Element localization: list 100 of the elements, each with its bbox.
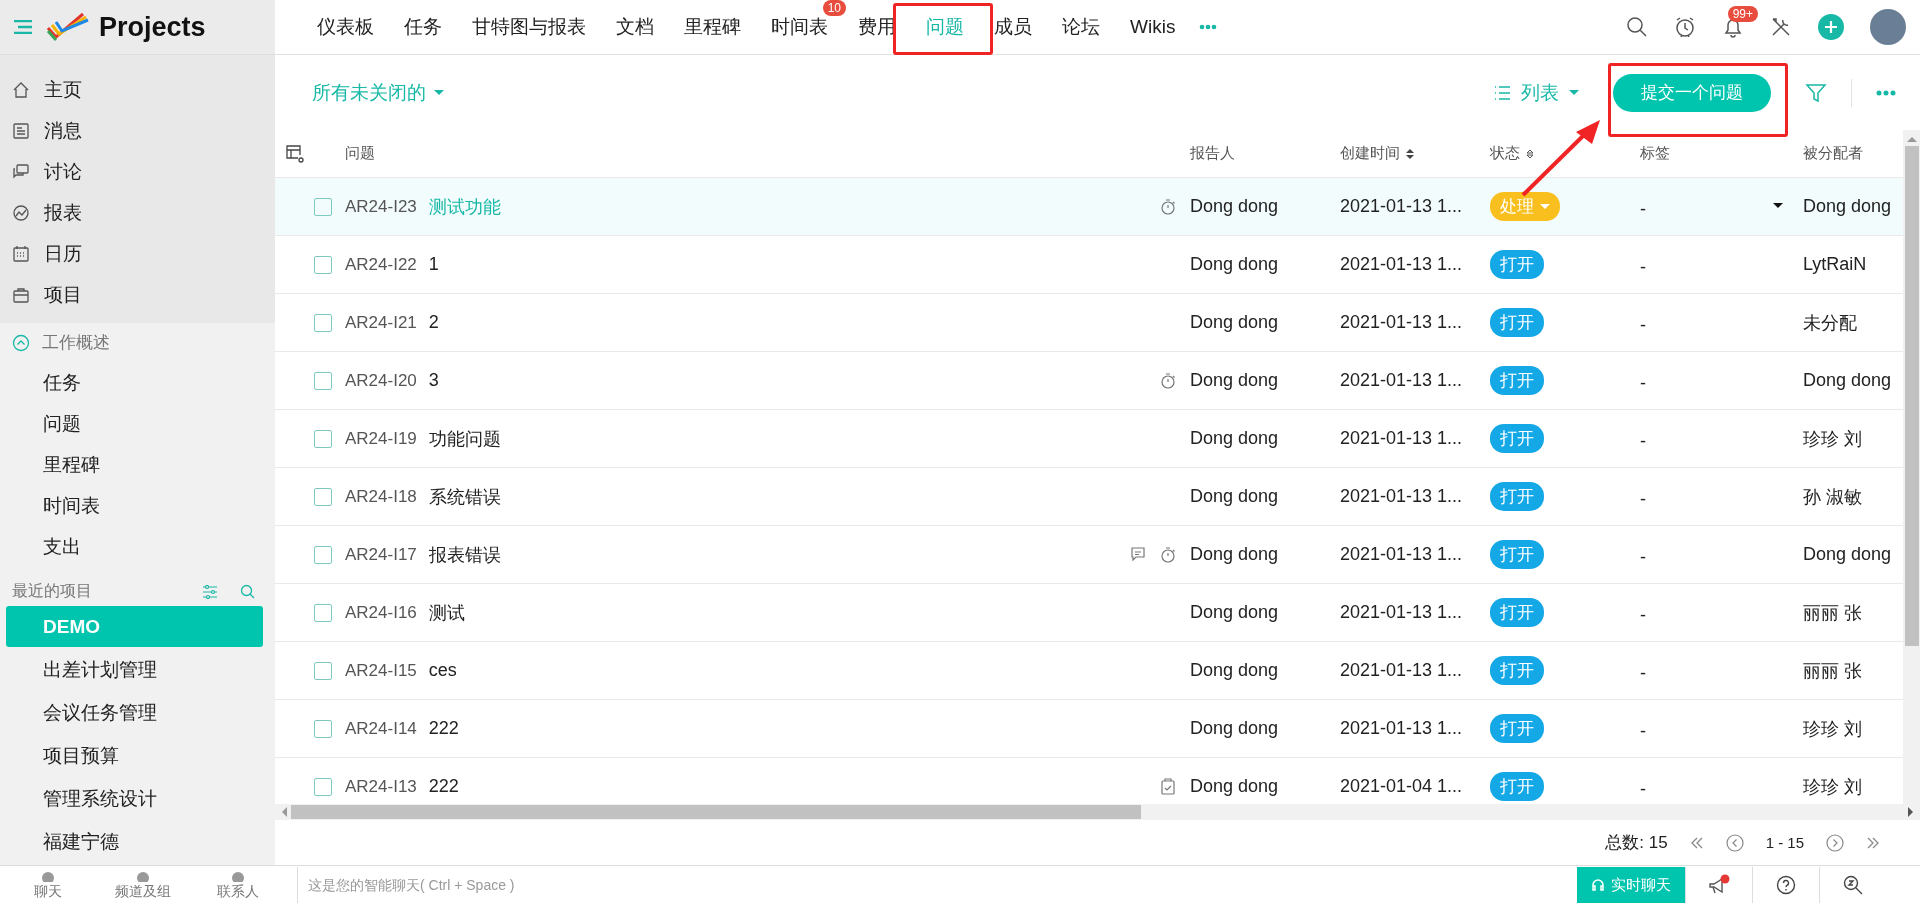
table-row[interactable]: AR24-I23 测试功能 Dong dong 2021-01-13 1... 处理 - Dong dong bbox=[275, 178, 1903, 236]
chat-tab[interactable]: 聊天 bbox=[0, 872, 95, 898]
help-icon[interactable] bbox=[1776, 875, 1796, 895]
row-checkbox[interactable] bbox=[314, 197, 332, 216]
stopwatch-icon[interactable] bbox=[1160, 546, 1176, 563]
nav-tab[interactable]: 文档 bbox=[610, 10, 660, 44]
scrollbar-thumb[interactable] bbox=[1904, 146, 1919, 646]
table-row[interactable]: AR24-I19 功能问题 Dong dong 2021-01-13 1... 打开 - 珍珍 刘 bbox=[275, 410, 1903, 468]
table-row[interactable]: AR24-I22 1 Dong dong 2021-01-13 1... 打开 - LytRaiN bbox=[275, 236, 1903, 294]
sort-icon[interactable] bbox=[1526, 147, 1534, 160]
column-header[interactable]: 创建时间 bbox=[1340, 144, 1490, 163]
row-checkbox[interactable] bbox=[314, 487, 332, 506]
row-checkbox[interactable] bbox=[314, 777, 332, 796]
table-row[interactable]: AR24-I18 系统错误 Dong dong 2021-01-13 1... 打开 - 孙 淑敏 bbox=[275, 468, 1903, 526]
project-item[interactable]: 出差计划管理 bbox=[6, 649, 263, 690]
chat-tab[interactable]: 频道及组 bbox=[95, 872, 190, 898]
next-page-icon[interactable] bbox=[1826, 833, 1844, 852]
first-page-icon[interactable] bbox=[1689, 836, 1704, 849]
nav-tab[interactable]: Wikis bbox=[1124, 12, 1182, 42]
clipboard-check-icon[interactable] bbox=[1160, 778, 1176, 795]
search-icon[interactable] bbox=[1626, 16, 1648, 38]
table-row[interactable]: AR24-I21 2 Dong dong 2021-01-13 1... 打开 - 未分配 bbox=[275, 294, 1903, 352]
column-header: 问题 bbox=[345, 144, 376, 163]
row-checkbox[interactable] bbox=[314, 429, 332, 448]
row-checkbox[interactable] bbox=[314, 371, 332, 390]
assignee-cell-text: 丽丽 张 bbox=[1803, 659, 1863, 683]
sidebar-item[interactable]: 报表 bbox=[44, 199, 82, 226]
last-page-icon[interactable] bbox=[1866, 836, 1880, 849]
avatar[interactable] bbox=[1870, 9, 1906, 45]
row-checkbox[interactable] bbox=[314, 545, 332, 564]
issue-title[interactable]: ces bbox=[428, 660, 457, 681]
filter-icon[interactable] bbox=[1805, 81, 1827, 104]
sidebar-item[interactable]: 任务 bbox=[0, 362, 275, 403]
megaphone-icon[interactable] bbox=[1707, 874, 1731, 896]
collapse-icon[interactable] bbox=[12, 333, 30, 352]
table-row[interactable]: AR24-I16 测试 Dong dong 2021-01-13 1... 打开 - 丽丽 张 bbox=[275, 584, 1903, 642]
zoom-search-icon[interactable] bbox=[1843, 875, 1863, 895]
assignee-cell-text: 丽丽 张 bbox=[1803, 601, 1863, 625]
table-row[interactable]: AR24-I15 ces Dong dong 2021-01-13 1... 打开 - 丽丽 张 bbox=[275, 642, 1903, 700]
table-row[interactable]: AR24-I14 222 Dong dong 2021-01-13 1... 打开 - 珍珍 刘 bbox=[275, 700, 1903, 758]
sidebar-item[interactable]: 日历 bbox=[44, 240, 82, 267]
sidebar-item[interactable]: 主页 bbox=[44, 76, 82, 103]
comment-icon[interactable] bbox=[1130, 546, 1146, 561]
add-icon[interactable] bbox=[1818, 14, 1844, 40]
project-item[interactable]: 会议任务管理 bbox=[6, 692, 263, 733]
menu-icon[interactable] bbox=[13, 20, 33, 34]
sidebar-item[interactable]: 消息 bbox=[44, 117, 82, 144]
issue-title[interactable]: 3 bbox=[428, 370, 439, 391]
sidebar-item[interactable]: 时间表 bbox=[0, 485, 275, 526]
project-item[interactable]: 项目预算 bbox=[6, 735, 263, 776]
more-icon[interactable] bbox=[1876, 89, 1896, 96]
nav-tab[interactable]: 里程碑 bbox=[678, 10, 747, 44]
row-checkbox[interactable] bbox=[314, 603, 332, 622]
nav-tab[interactable]: 仪表板 bbox=[311, 10, 380, 44]
issue-title[interactable]: 功能问题 bbox=[428, 426, 501, 451]
issue-id: AR24-I18 bbox=[345, 486, 417, 507]
row-checkbox[interactable] bbox=[314, 719, 332, 738]
project-item[interactable]: 管理系统设计 bbox=[6, 778, 263, 819]
stopwatch-icon[interactable] bbox=[1674, 16, 1696, 38]
sort-icon[interactable] bbox=[1406, 147, 1414, 160]
column-header[interactable]: 状态 bbox=[1490, 144, 1640, 163]
issue-title[interactable]: 2 bbox=[428, 312, 439, 333]
column-settings-icon[interactable] bbox=[285, 143, 305, 164]
nav-tab[interactable]: 甘特图与报表 bbox=[466, 10, 592, 44]
issue-title[interactable]: 222 bbox=[428, 776, 459, 797]
row-checkbox[interactable] bbox=[314, 313, 332, 332]
scrollbar-thumb[interactable] bbox=[291, 805, 1141, 819]
stopwatch-icon[interactable] bbox=[1160, 198, 1176, 215]
sidebar-item[interactable]: 项目 bbox=[44, 281, 82, 308]
table-row[interactable]: AR24-I20 3 Dong dong 2021-01-13 1... 打开 - Dong dong bbox=[275, 352, 1903, 410]
issue-title[interactable]: 报表错误 bbox=[428, 542, 501, 567]
sidebar-item[interactable]: 问题 bbox=[0, 403, 275, 444]
tag-cell: - bbox=[1640, 547, 1646, 568]
issue-title[interactable]: 测试 bbox=[428, 600, 465, 625]
tools-icon[interactable] bbox=[1770, 16, 1792, 38]
row-checkbox[interactable] bbox=[314, 255, 332, 274]
row-checkbox[interactable] bbox=[314, 661, 332, 680]
issue-id: AR24-I20 bbox=[345, 370, 417, 391]
sidebar-item[interactable]: 支出 bbox=[0, 526, 275, 567]
sidebar-item[interactable]: 讨论 bbox=[44, 158, 82, 185]
stopwatch-icon[interactable] bbox=[1160, 372, 1176, 389]
section-title: 工作概述 bbox=[42, 332, 110, 354]
assignee-cell-text: Dong dong bbox=[1803, 370, 1893, 391]
issue-title[interactable]: 1 bbox=[428, 254, 439, 275]
more-icon[interactable] bbox=[1199, 24, 1218, 30]
nav-tab[interactable]: 论坛 bbox=[1056, 10, 1106, 44]
assignee-cell-text: 珍珍 刘 bbox=[1803, 775, 1863, 799]
chat-tab[interactable]: 联系人 bbox=[190, 872, 285, 898]
issue-title[interactable]: 222 bbox=[428, 718, 459, 739]
nav-tab[interactable]: 成员 bbox=[988, 10, 1038, 44]
table-row[interactable]: AR24-I17 报表错误 Dong dong 2021-01-13 1... 打开 - Dong dong bbox=[275, 526, 1903, 584]
sidebar-item[interactable]: 里程碑 bbox=[0, 444, 275, 485]
nav-tab[interactable]: 任务 bbox=[398, 10, 448, 44]
issue-title[interactable]: 系统错误 bbox=[428, 484, 501, 509]
sliders-icon[interactable] bbox=[202, 584, 218, 599]
assignee-cell-text: 孙 淑敏 bbox=[1803, 485, 1863, 509]
column-header: 被分配者 bbox=[1803, 144, 1864, 163]
previous-page-icon[interactable] bbox=[1725, 833, 1744, 852]
column-header: 标签 bbox=[1640, 144, 1671, 163]
project-item[interactable]: 福建宁德 bbox=[6, 821, 263, 862]
